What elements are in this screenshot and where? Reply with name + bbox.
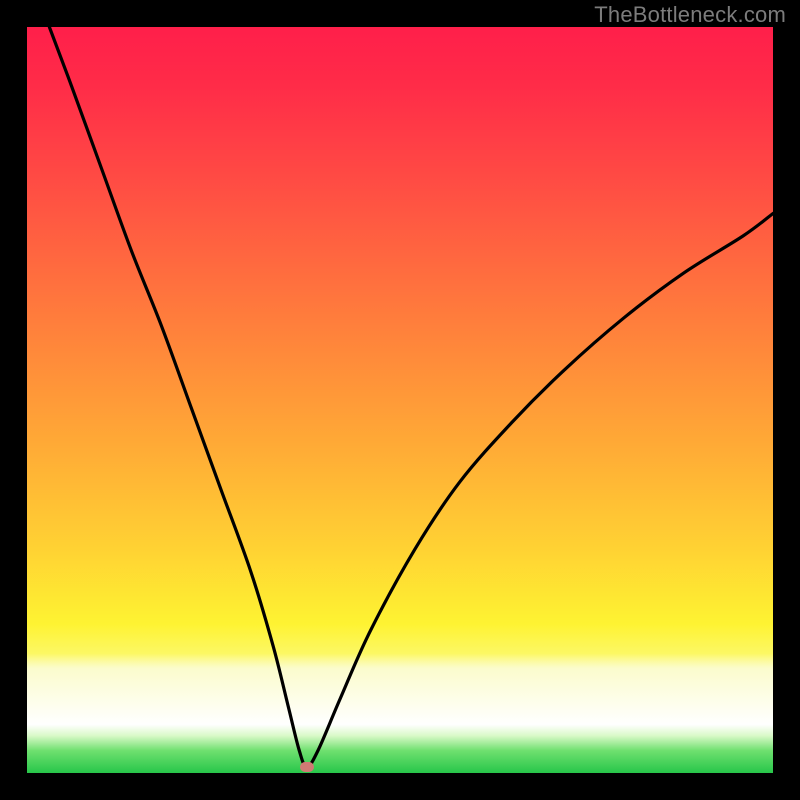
minimum-marker [300, 762, 314, 772]
watermark-label: TheBottleneck.com [594, 2, 786, 28]
bottleneck-curve [27, 27, 773, 773]
chart-frame: TheBottleneck.com [0, 0, 800, 800]
plot-area [27, 27, 773, 773]
